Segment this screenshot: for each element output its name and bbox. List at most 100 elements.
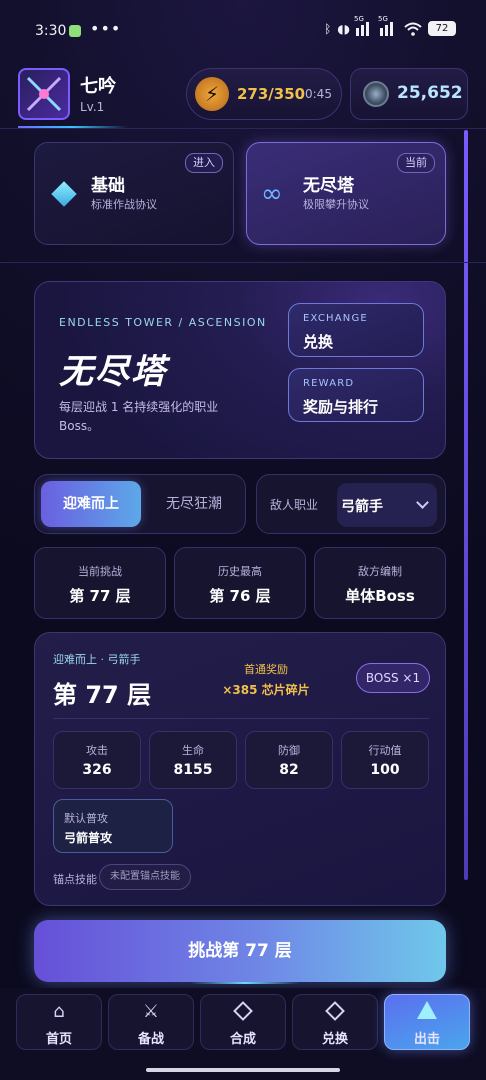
- attr-value: 82: [279, 762, 299, 778]
- gem-icon: [363, 81, 389, 107]
- stat-history-best: 历史最高 第 76 层: [174, 547, 306, 619]
- stat-current-challenge: 当前挑战 第 77 层: [34, 547, 166, 619]
- bluetooth-icon: ᛒ: [324, 21, 332, 36]
- stat-value: 第 76 层: [209, 587, 271, 605]
- home-indicator[interactable]: [146, 1068, 340, 1072]
- wifi-icon: [404, 22, 422, 36]
- status-time: 3:30: [35, 23, 67, 39]
- reward-ranking-button[interactable]: REWARD 奖励与排行: [288, 368, 424, 422]
- mode-badge: 进入: [185, 153, 223, 173]
- nav-synthesize[interactable]: 合成: [200, 994, 286, 1050]
- mode-subtitle: 标准作战协议: [91, 198, 157, 211]
- reward-button-label: 奖励与排行: [303, 398, 379, 416]
- enemy-class-selector: 敌人职业 弓箭手: [256, 474, 446, 534]
- energy-counter[interactable]: ⚡ 273/350 0:45: [186, 68, 342, 120]
- nav-exchange[interactable]: 兑换: [292, 994, 378, 1050]
- nav-label: 兑换: [321, 1032, 348, 1047]
- attr-attack: 攻击 326: [53, 731, 141, 789]
- tab-face-the-challenge[interactable]: 迎难而上: [41, 481, 141, 527]
- attr-label: 攻击: [86, 744, 108, 757]
- battery-icon: 72: [428, 21, 456, 36]
- detail-divider: [53, 718, 429, 719]
- player-header: 七吟 Lv.1 ⚡ 273/350 0:45 25,652: [0, 62, 486, 128]
- attr-action-value: 行动值 100: [341, 731, 429, 789]
- attr-defense: 防御 82: [245, 731, 333, 789]
- crossed-swords-icon: ⚔: [142, 1001, 160, 1022]
- bottom-nav: ⌂ 首页 ⚔ 备战 合成 兑换 出击: [0, 988, 486, 1080]
- attr-label: 防御: [278, 744, 300, 757]
- endless-tower-hero: ENDLESS TOWER / ASCENSION 无尽塔 每层迎战 1 名持续…: [34, 281, 446, 459]
- status-icons: ᛒ ◖◗ 5G 5G 72: [324, 15, 456, 36]
- enemy-class-value: 弓箭手: [341, 499, 383, 515]
- nav-label: 合成: [229, 1032, 256, 1047]
- nav-prepare[interactable]: ⚔ 备战: [108, 994, 194, 1050]
- challenge-floor-button[interactable]: 挑战第 77 层: [34, 920, 446, 982]
- attr-label: 生命: [182, 744, 204, 757]
- diamond-icon: [51, 181, 77, 207]
- stat-value: 第 77 层: [69, 587, 131, 605]
- home-icon: ⌂: [53, 1001, 65, 1022]
- default-attack-skill: 默认普攻 弓箭普攻: [53, 799, 173, 853]
- skill-value: 弓箭普攻: [64, 831, 113, 845]
- enemy-class-dropdown[interactable]: 弓箭手: [337, 483, 437, 527]
- floor-subtitle: 迎难而上 · 弓箭手: [53, 653, 141, 666]
- reward-button-en: REWARD: [303, 378, 355, 389]
- player-level: Lv.1: [80, 100, 105, 114]
- gem-value: 25,652: [397, 83, 463, 103]
- floor-detail-card: 迎难而上 · 弓箭手 第 77 层 首通奖励 ×385 芯片碎片 BOSS ×1…: [34, 632, 446, 906]
- first-clear-reward-label: 首通奖励: [244, 663, 288, 676]
- gem-counter[interactable]: 25,652: [350, 68, 468, 120]
- boss-count-badge: BOSS ×1: [356, 663, 430, 693]
- status-bar: 3:30 ••• ᛒ ◖◗ 5G 5G 72: [0, 0, 486, 58]
- skill-label: 默认普攻: [64, 812, 108, 825]
- avatar[interactable]: [18, 68, 70, 120]
- hero-description: 每层迎战 1 名持续强化的职业 Boss。: [59, 400, 219, 433]
- header-divider: [0, 128, 486, 129]
- stat-value: 单体Boss: [345, 587, 415, 605]
- mode-title: 基础: [91, 176, 125, 196]
- attr-value: 100: [370, 762, 400, 778]
- mode-badge: 当前: [397, 153, 435, 173]
- attr-value: 8155: [173, 762, 213, 778]
- nav-label: 出击: [413, 1032, 440, 1047]
- attr-value: 326: [82, 762, 112, 778]
- tab-endless-tide[interactable]: 无尽狂潮: [147, 481, 241, 527]
- mode-title: 无尽塔: [303, 176, 354, 196]
- hero-eyebrow: ENDLESS TOWER / ASCENSION: [59, 316, 267, 329]
- anchor-skill-label: 锚点技能: [53, 873, 97, 886]
- player-name: 七吟: [80, 76, 116, 97]
- energy-timer: 0:45: [305, 87, 332, 101]
- signal-icon-2: 5G: [378, 15, 398, 36]
- stat-enemy-formation: 敌方编制 单体Boss: [314, 547, 446, 619]
- mode-card-endless-tower[interactable]: 当前 ∞ 无尽塔 极限攀升协议: [246, 142, 446, 245]
- nav-label: 首页: [45, 1032, 72, 1047]
- stat-label: 历史最高: [218, 565, 262, 578]
- triangle-icon: [385, 1001, 469, 1025]
- diamond-icon: [293, 1001, 377, 1024]
- mode-card-basic[interactable]: 进入 基础 标准作战协议: [34, 142, 234, 245]
- mode-subtitle: 极限攀升协议: [303, 198, 369, 211]
- section-divider: [0, 262, 486, 263]
- lightning-icon: ⚡: [195, 77, 229, 111]
- nav-sortie[interactable]: 出击: [384, 994, 470, 1050]
- hero-title: 无尽塔: [59, 352, 167, 392]
- attr-health: 生命 8155: [149, 731, 237, 789]
- diamond-icon: [201, 1001, 285, 1024]
- exchange-button[interactable]: EXCHANGE 兑换: [288, 303, 424, 357]
- infinity-icon: ∞: [261, 179, 283, 209]
- exchange-button-label: 兑换: [303, 333, 334, 351]
- stat-label: 当前挑战: [78, 565, 122, 578]
- stat-label: 敌方编制: [358, 565, 402, 578]
- first-clear-reward-value: ×385 芯片碎片: [222, 683, 310, 697]
- button-glow: [190, 982, 300, 984]
- challenge-mode-tabs: 迎难而上 无尽狂潮: [34, 474, 246, 534]
- attr-label: 行动值: [368, 744, 402, 757]
- floor-title: 第 77 层: [53, 681, 152, 709]
- earbuds-icon: ◖◗: [337, 21, 350, 36]
- energy-value: 273/350: [237, 85, 306, 103]
- app-notification-icon: [69, 25, 81, 37]
- crossed-swords-avatar-icon: [26, 76, 62, 112]
- nav-home[interactable]: ⌂ 首页: [16, 994, 102, 1050]
- scrollbar[interactable]: [464, 130, 468, 880]
- enemy-class-label: 敌人职业: [270, 498, 319, 512]
